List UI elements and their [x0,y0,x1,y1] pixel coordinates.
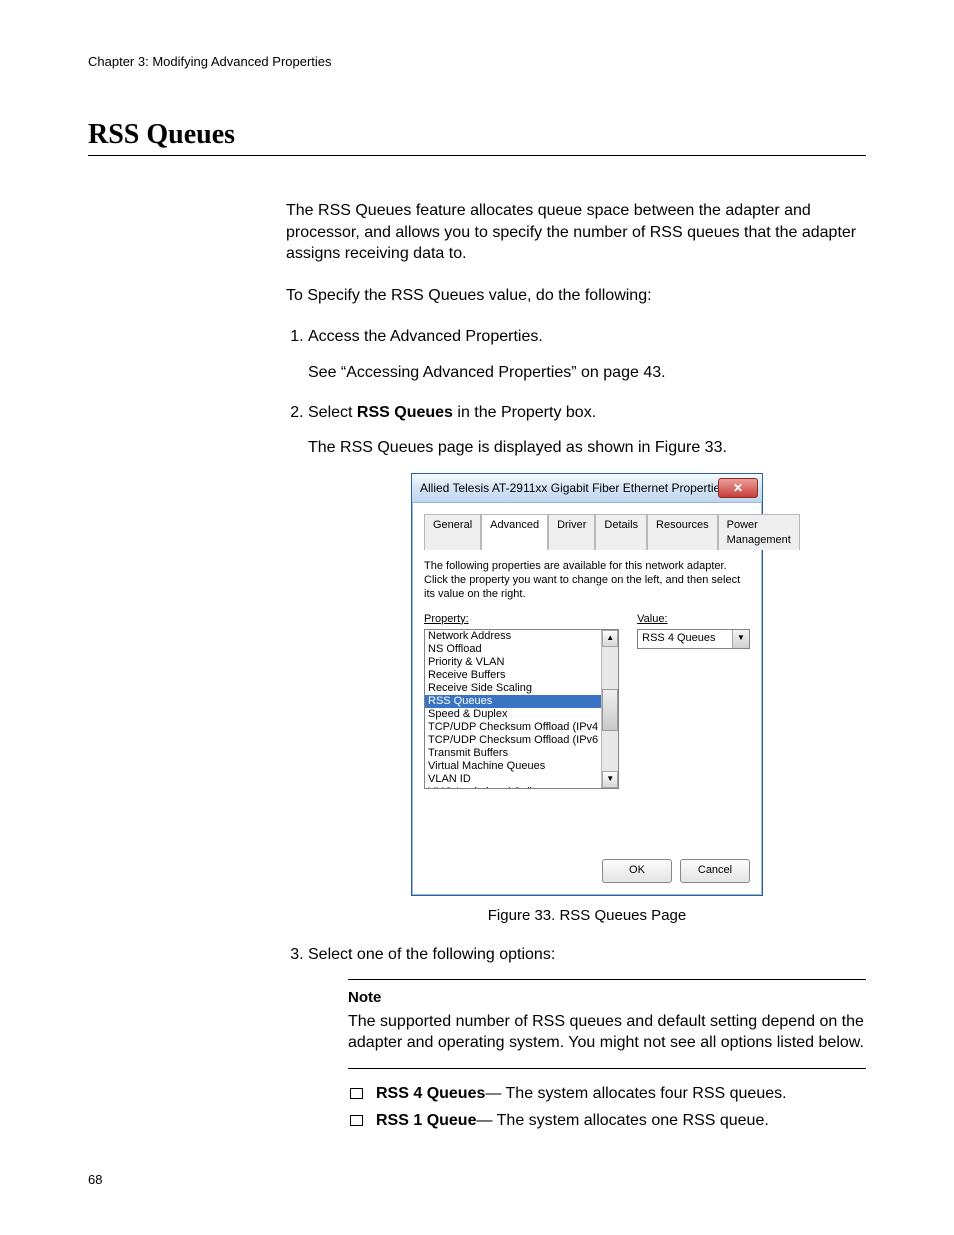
page-number: 68 [88,1172,102,1187]
note-title: Note [348,988,866,1008]
property-item[interactable]: TCP/UDP Checksum Offload (IPv4 [425,721,601,734]
note-block: Note The supported number of RSS queues … [348,979,866,1068]
value-dropdown-button[interactable]: ▼ [732,630,749,648]
content-area: The RSS Queues feature allocates queue s… [286,200,866,1132]
property-item[interactable]: VLAN ID [425,773,601,786]
chevron-up-icon: ▲ [606,633,614,644]
property-list-wrap: Network Address NS Offload Priority & VL… [424,629,619,789]
property-item[interactable]: Network Address [425,630,601,643]
close-button[interactable]: ✕ [718,478,758,498]
step-2-strong: RSS Queues [357,404,453,421]
property-item[interactable]: NS Offload [425,643,601,656]
property-item[interactable]: TCP/UDP Checksum Offload (IPv6 [425,734,601,747]
intro-paragraph: The RSS Queues feature allocates queue s… [286,200,866,265]
step-2-pre: Select [308,404,357,421]
option-rest: — The system allocates one RSS queue. [476,1112,768,1129]
option-strong: RSS 1 Queue [376,1112,476,1129]
step-1-sub: See “Accessing Advanced Properties” on p… [308,362,866,384]
property-item[interactable]: Priority & VLAN [425,656,601,669]
property-item[interactable]: VMQ Lookahead Split [425,786,601,788]
note-body: The supported number of RSS queues and d… [348,1011,866,1054]
step-1: Access the Advanced Properties. See “Acc… [308,326,866,383]
figure-wrap: Allied Telesis AT-2911xx Gigabit Fiber E… [308,473,866,896]
value-selected: RSS 4 Queues [638,631,732,646]
dialog-titlebar: Allied Telesis AT-2911xx Gigabit Fiber E… [412,474,762,503]
cancel-button[interactable]: Cancel [680,859,750,883]
dialog-button-row: OK Cancel [424,859,750,883]
dialog-body: General Advanced Driver Details Resource… [412,503,762,895]
tab-strip: General Advanced Driver Details Resource… [424,513,750,551]
property-item[interactable]: Receive Buffers [425,669,601,682]
value-select[interactable]: RSS 4 Queues ▼ [637,629,750,649]
tab-power-management[interactable]: Power Management [718,514,800,551]
document-page: Chapter 3: Modifying Advanced Properties… [0,0,954,1235]
dialog-title: Allied Telesis AT-2911xx Gigabit Fiber E… [420,480,718,496]
step-2-post: in the Property box. [453,404,596,421]
chapter-header: Chapter 3: Modifying Advanced Properties [88,54,866,69]
tab-general[interactable]: General [424,514,481,551]
property-item[interactable]: Transmit Buffers [425,747,601,760]
tab-resources[interactable]: Resources [647,514,718,551]
step-2: Select RSS Queues in the Property box. T… [308,402,866,926]
ok-button[interactable]: OK [602,859,672,883]
dialog-columns: Property: Network Address NS Offload Pri… [424,612,750,789]
property-item[interactable]: Speed & Duplex [425,708,601,721]
scroll-down-button[interactable]: ▼ [602,771,618,788]
step-1-text: Access the Advanced Properties. [308,328,543,345]
property-scrollbar[interactable]: ▲ ▼ [601,630,618,788]
option-rest: — The system allocates four RSS queues. [485,1085,786,1102]
value-label: Value: [637,612,750,627]
option-item: RSS 1 Queue— The system allocates one RS… [348,1110,866,1132]
scroll-thumb[interactable] [602,689,618,731]
step-3: Select one of the following options: Not… [308,944,866,1132]
dialog-description: The following properties are available f… [424,560,750,601]
section-title: RSS Queues [88,119,866,156]
property-column: Property: Network Address NS Offload Pri… [424,612,619,789]
property-item[interactable]: Receive Side Scaling [425,682,601,695]
close-icon: ✕ [733,480,743,496]
option-list: RSS 4 Queues— The system allocates four … [348,1083,866,1132]
properties-dialog: Allied Telesis AT-2911xx Gigabit Fiber E… [411,473,763,896]
option-strong: RSS 4 Queues [376,1085,485,1102]
value-column: Value: RSS 4 Queues ▼ [637,612,750,789]
property-label: Property: [424,612,619,627]
property-item[interactable]: Virtual Machine Queues [425,760,601,773]
option-item: RSS 4 Queues— The system allocates four … [348,1083,866,1105]
steps-list: Access the Advanced Properties. See “Acc… [286,326,866,1132]
scroll-up-button[interactable]: ▲ [602,630,618,647]
tab-driver[interactable]: Driver [548,514,595,551]
tab-details[interactable]: Details [595,514,647,551]
figure-caption: Figure 33. RSS Queues Page [308,906,866,926]
step-3-text: Select one of the following options: [308,946,555,963]
lead-paragraph: To Specify the RSS Queues value, do the … [286,285,866,307]
chevron-down-icon: ▼ [606,774,614,785]
tab-advanced[interactable]: Advanced [481,514,548,551]
step-2-sub: The RSS Queues page is displayed as show… [308,437,866,459]
property-item-selected[interactable]: RSS Queues [425,695,601,708]
chevron-down-icon: ▼ [733,633,749,644]
scroll-track[interactable] [602,647,618,771]
property-list[interactable]: Network Address NS Offload Priority & VL… [425,630,601,788]
